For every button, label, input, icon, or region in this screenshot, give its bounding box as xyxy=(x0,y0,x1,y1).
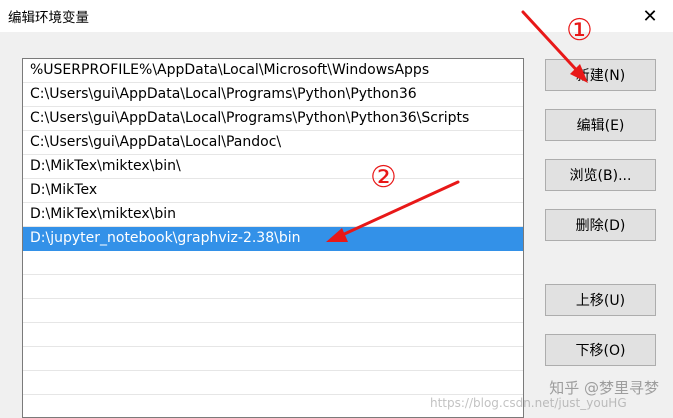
annotation-marker-2: ② xyxy=(370,160,397,195)
annotation-arrows xyxy=(326,10,588,242)
watermark-url: https://blog.csdn.net/just_youHG xyxy=(430,396,627,410)
annotation-marker-1: ① xyxy=(566,13,593,48)
watermark: 知乎 @梦里寻梦 xyxy=(549,379,659,397)
